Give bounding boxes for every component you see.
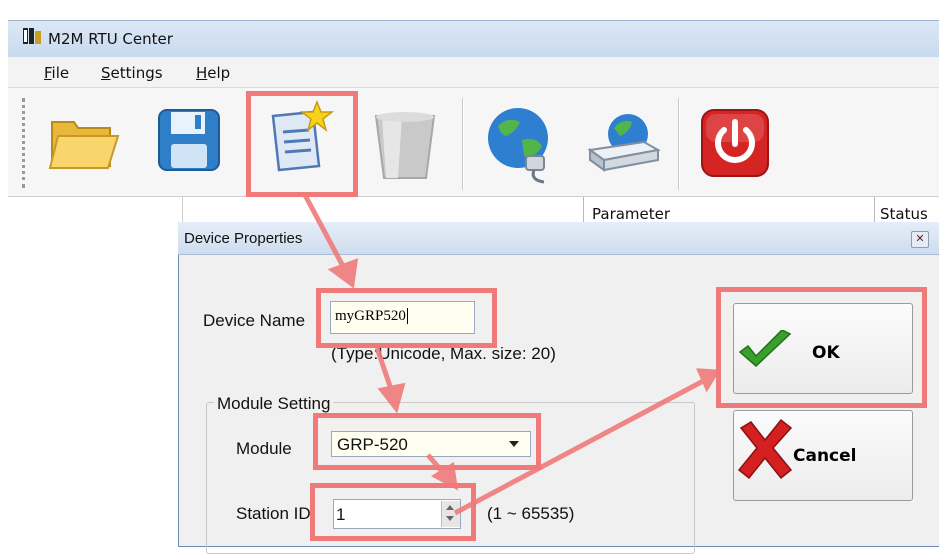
annotation-arrows [302, 193, 721, 516]
